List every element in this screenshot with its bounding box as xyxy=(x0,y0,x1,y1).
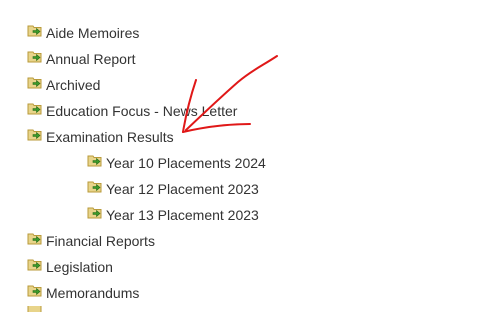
folder-arrow-icon xyxy=(27,284,43,298)
tree-item-year-10-placements-2024[interactable]: Year 10 Placements 2024 xyxy=(87,153,266,173)
tree-item-year-12-placement-2023[interactable]: Year 12 Placement 2023 xyxy=(87,179,259,199)
folder-arrow-icon xyxy=(27,258,43,272)
tree-item-partial xyxy=(27,306,46,312)
tree-item-label: Memorandums xyxy=(46,285,140,301)
folder-arrow-icon xyxy=(27,306,43,312)
tree-item-label: Year 13 Placement 2023 xyxy=(106,207,259,223)
tree-item-examination-results[interactable]: Examination Results xyxy=(27,127,174,147)
tree-item-annual-report[interactable]: Annual Report xyxy=(27,49,136,69)
tree-item-label: Annual Report xyxy=(46,51,136,67)
folder-arrow-icon xyxy=(27,102,43,116)
folder-arrow-icon xyxy=(27,76,43,90)
tree-item-label: Archived xyxy=(46,77,101,93)
tree-item-label: Year 12 Placement 2023 xyxy=(106,181,259,197)
tree-item-year-13-placement-2023[interactable]: Year 13 Placement 2023 xyxy=(87,205,259,225)
tree-item-label: Aide Memoires xyxy=(46,25,140,41)
folder-arrow-icon xyxy=(27,232,43,246)
tree-item-aide-memoires[interactable]: Aide Memoires xyxy=(27,23,139,43)
tree-item-legislation[interactable]: Legislation xyxy=(27,257,113,277)
tree-item-label: Examination Results xyxy=(46,129,174,145)
tree-item-financial-reports[interactable]: Financial Reports xyxy=(27,231,155,251)
tree-item-label: Year 10 Placements 2024 xyxy=(106,155,266,171)
folder-arrow-icon xyxy=(87,154,103,168)
folder-arrow-icon xyxy=(27,50,43,64)
tree-item-archived[interactable]: Archived xyxy=(27,75,100,95)
folder-arrow-icon xyxy=(87,206,103,220)
folder-arrow-icon xyxy=(27,24,43,38)
tree-item-education-focus[interactable]: Education Focus - News Letter xyxy=(27,101,237,121)
folder-arrow-icon xyxy=(27,128,43,142)
tree-item-label: Education Focus - News Letter xyxy=(46,103,238,119)
tree-item-label: Financial Reports xyxy=(46,233,155,249)
folder-arrow-icon xyxy=(87,180,103,194)
tree-item-memorandums[interactable]: Memorandums xyxy=(27,283,139,303)
folder-tree: Aide Memoires Annual Report Archived Edu… xyxy=(0,0,486,312)
tree-item-label: Legislation xyxy=(46,259,113,275)
